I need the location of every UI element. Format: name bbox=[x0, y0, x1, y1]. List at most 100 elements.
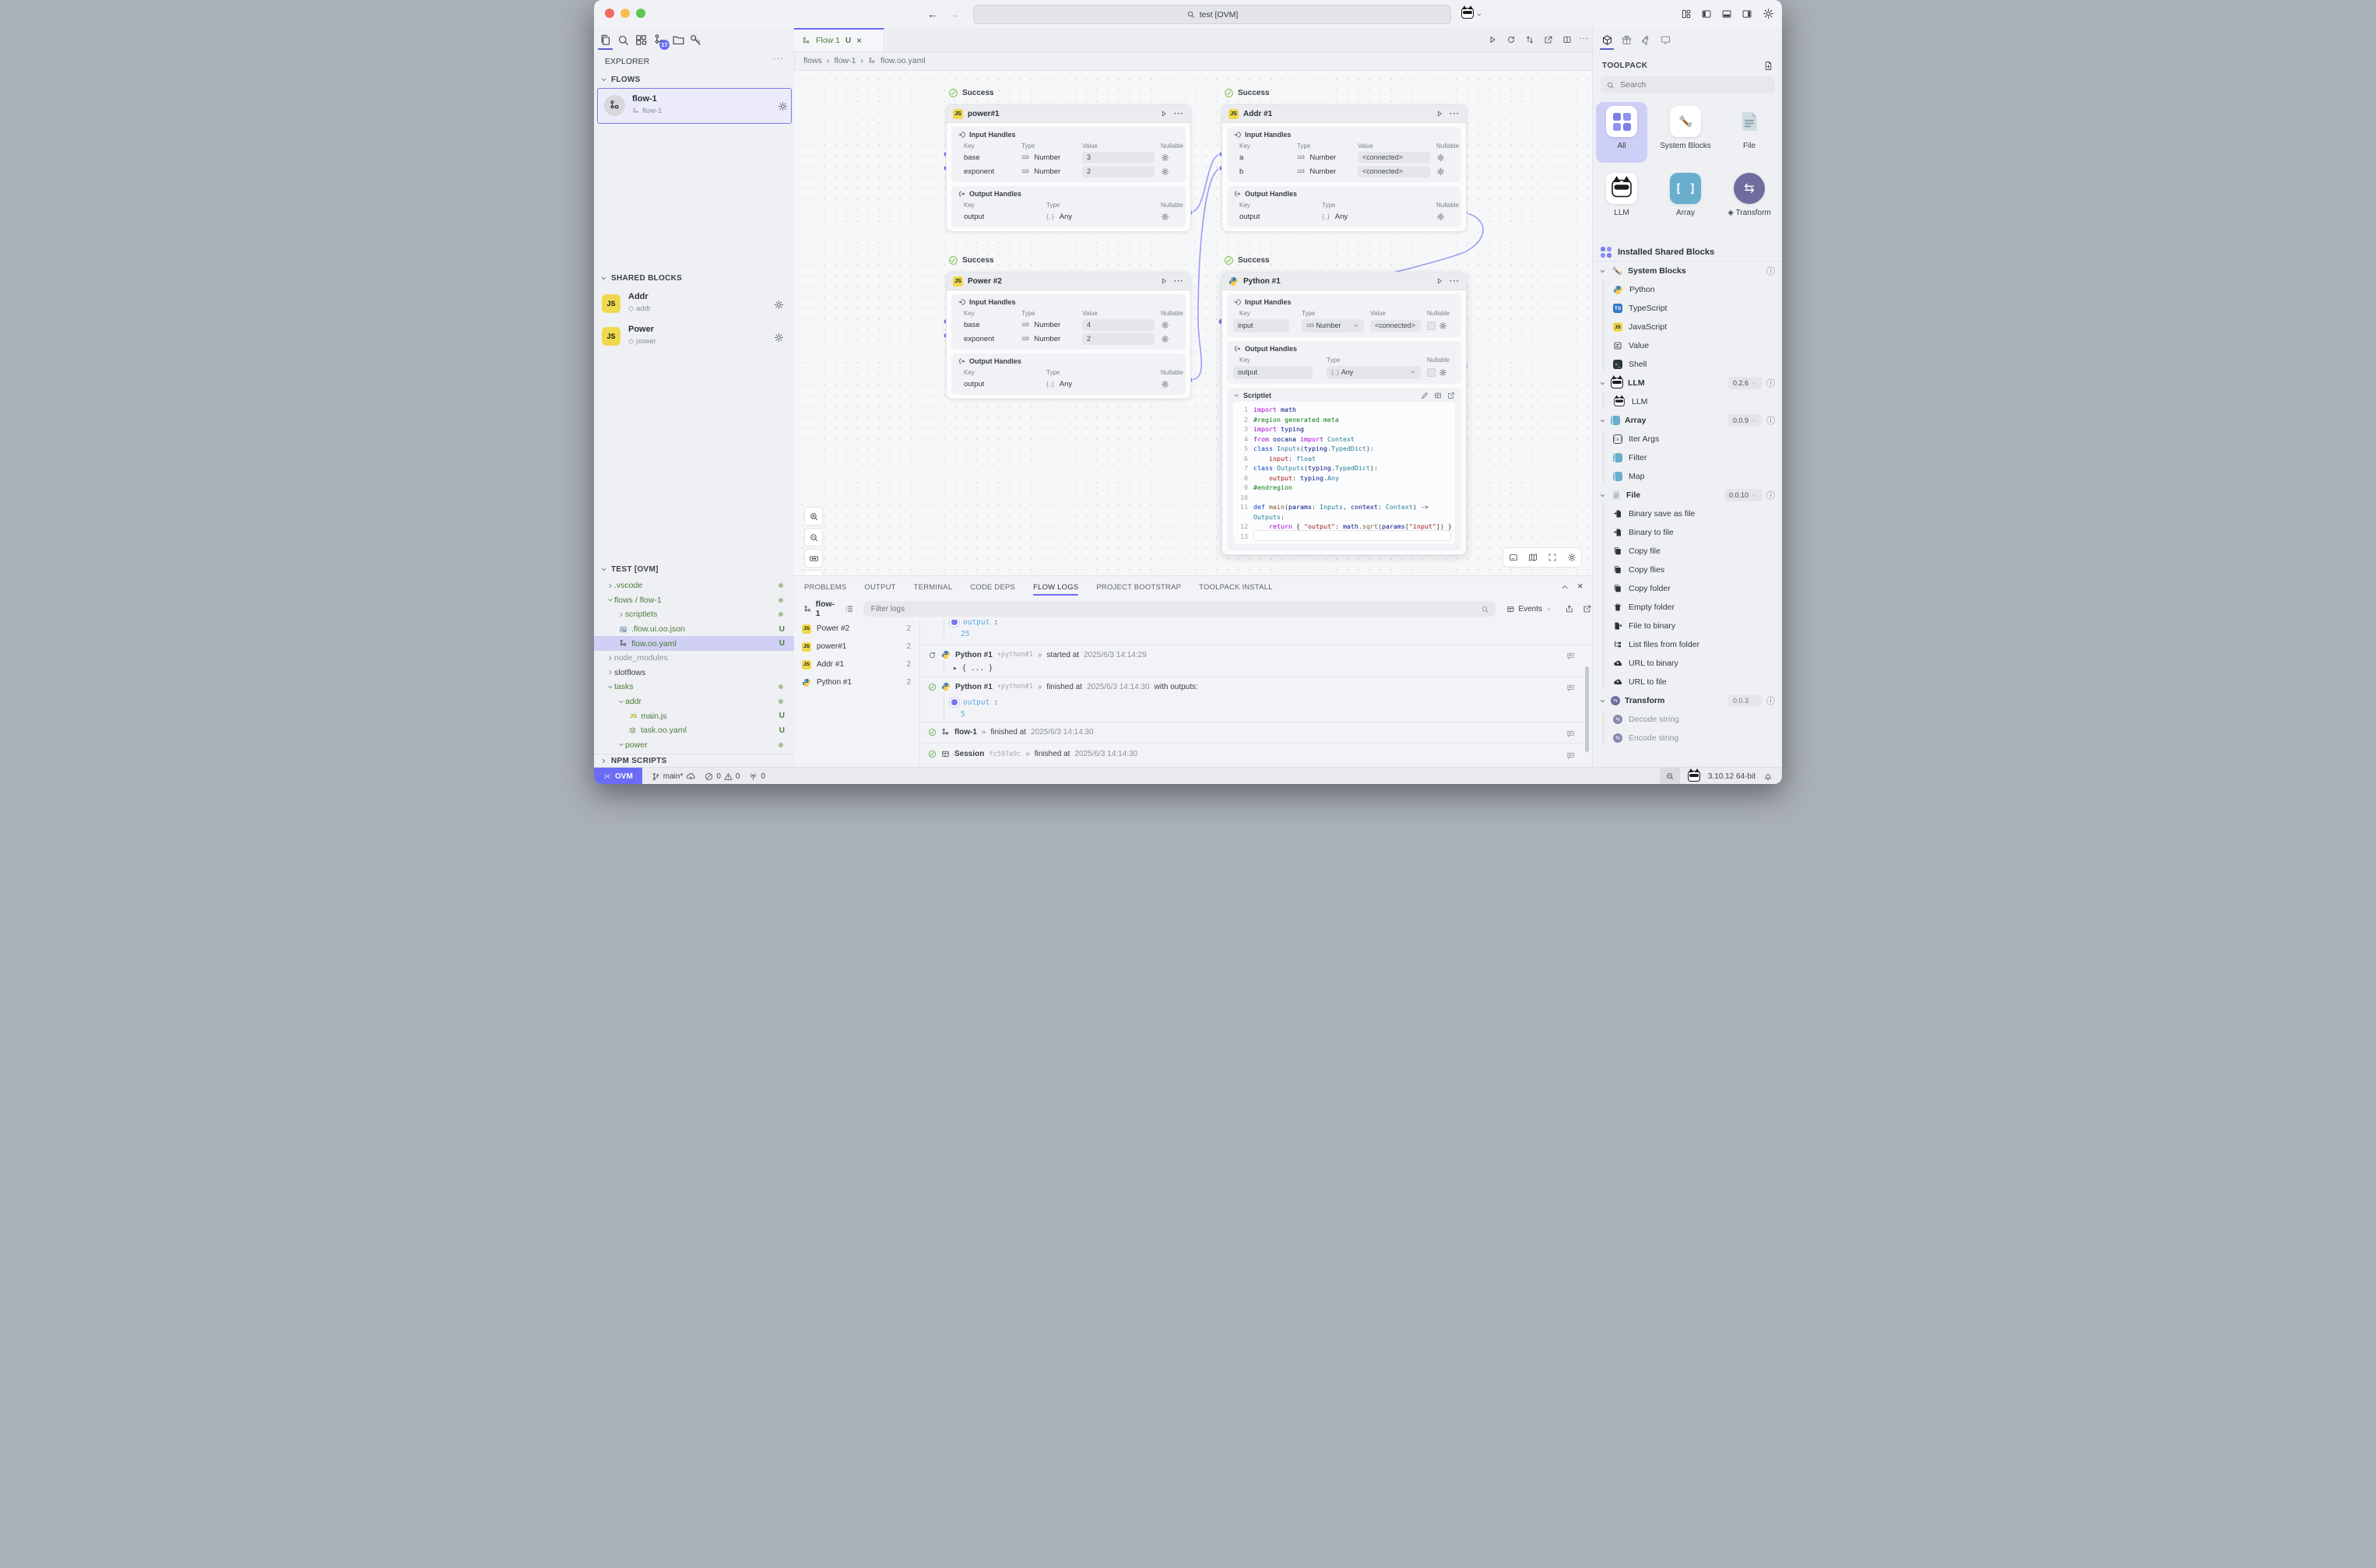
toolpack-search-input[interactable] bbox=[1619, 79, 1770, 90]
tree-item-node-modules[interactable]: node_modules bbox=[594, 651, 794, 666]
block-copy-folder[interactable]: Copy folder bbox=[1593, 579, 1782, 598]
group-system-blocks[interactable]: System Blocks ⓘ bbox=[1593, 262, 1782, 280]
value-field[interactable]: <connected> bbox=[1370, 320, 1421, 332]
tree-item-power[interactable]: power bbox=[594, 738, 794, 753]
block-binary-to-file[interactable]: Binary to file bbox=[1593, 523, 1782, 542]
npm-scripts-section-header[interactable]: NPM SCRIPTS bbox=[594, 754, 794, 767]
node-power1[interactable]: JS power#1 ··· Input Handles KeyTypeValu… bbox=[946, 104, 1191, 232]
info-icon[interactable]: ⓘ bbox=[1766, 694, 1775, 707]
category-transform[interactable]: ⇆ ◈ Transform bbox=[1724, 173, 1775, 218]
zoom-in-button[interactable] bbox=[804, 507, 823, 526]
add-input-handle-icon[interactable] bbox=[1447, 298, 1455, 306]
node-more-icon[interactable]: ··· bbox=[1174, 277, 1184, 286]
activity-key-icon[interactable] bbox=[689, 33, 702, 47]
new-toolpack-icon[interactable] bbox=[1763, 61, 1773, 71]
settings-gear-icon[interactable] bbox=[1763, 8, 1774, 19]
handle-gear-icon[interactable] bbox=[1161, 153, 1169, 162]
log-expand-object[interactable]: ▸ { ... } bbox=[953, 664, 993, 673]
export-logs-icon[interactable] bbox=[1565, 604, 1574, 613]
node-run-icon[interactable] bbox=[1160, 277, 1168, 285]
handle-gear-icon[interactable] bbox=[1161, 335, 1169, 343]
node-addr1-header[interactable]: JS Addr #1 ··· bbox=[1222, 105, 1466, 123]
handle-row-output[interactable]: output {..}Any bbox=[958, 209, 1179, 223]
block-typescript[interactable]: TSTypeScript bbox=[1593, 299, 1782, 318]
node-run-icon[interactable] bbox=[1436, 277, 1443, 285]
category-system-blocks[interactable]: System Blocks bbox=[1660, 106, 1711, 151]
handle-gear-icon[interactable] bbox=[1161, 321, 1169, 329]
tab-code-deps[interactable]: CODE DEPS bbox=[970, 576, 1015, 598]
log-row-flow-finished[interactable]: flow-1 » finished at 2025/6/3 14:14:30 bbox=[920, 728, 1592, 737]
log-kv-output-5[interactable]: output: bbox=[950, 698, 998, 707]
tree-item-flow-oo-yaml[interactable]: flow.oo.yamlU bbox=[594, 636, 794, 651]
edit-scriptlet-icon[interactable] bbox=[1421, 392, 1429, 399]
tab-output[interactable]: OUTPUT bbox=[864, 576, 895, 598]
block-binary-save-as-file[interactable]: Binary save as file bbox=[1593, 505, 1782, 523]
add-output-handle-icon[interactable] bbox=[1447, 345, 1455, 353]
tab-problems[interactable]: PROBLEMS bbox=[804, 576, 846, 598]
events-label[interactable]: Events bbox=[1518, 605, 1542, 613]
log-node-addr1[interactable]: JS Addr #12 bbox=[794, 656, 919, 673]
file-version-select[interactable]: 0.0.10 bbox=[1724, 489, 1762, 501]
info-icon[interactable]: ⓘ bbox=[1766, 414, 1775, 427]
category-all[interactable]: All bbox=[1596, 106, 1647, 151]
value-field[interactable]: 4 bbox=[1082, 319, 1155, 331]
scriptlet-code[interactable]: 1import math2#region generated meta3impo… bbox=[1233, 402, 1455, 544]
tab-flow-logs[interactable]: FLOW LOGS bbox=[1033, 576, 1078, 598]
status-app-badge[interactable]: OVM bbox=[594, 768, 642, 784]
group-transform[interactable]: ⇆ Transform 0.0.3 ⓘ bbox=[1593, 691, 1782, 710]
block-url-to-binary[interactable]: URL to binary bbox=[1593, 654, 1782, 673]
chevron-down-icon[interactable] bbox=[1545, 606, 1552, 613]
node-run-icon[interactable] bbox=[1160, 110, 1168, 118]
node-run-icon[interactable] bbox=[1436, 110, 1443, 118]
node-addr1[interactable]: JS Addr #1 ··· Input Handles KeyTypeValu… bbox=[1221, 104, 1467, 232]
toolpack-search[interactable] bbox=[1601, 76, 1775, 93]
node-power2[interactable]: JS Power #2 ··· Input Handles KeyTypeVal… bbox=[946, 272, 1191, 399]
block-iter-args[interactable]: [x]Iter Args bbox=[1593, 430, 1782, 448]
array-version-select[interactable]: 0.0.9 bbox=[1728, 414, 1762, 427]
scriptlet-docs-icon[interactable] bbox=[1434, 392, 1442, 399]
gift-tab-icon[interactable] bbox=[1621, 34, 1633, 46]
minimap-icon[interactable] bbox=[1528, 553, 1538, 562]
activity-search-icon[interactable] bbox=[617, 33, 630, 47]
block-map[interactable]: [ ]Map bbox=[1593, 467, 1782, 486]
log-flow-selector[interactable]: flow-1 bbox=[816, 599, 838, 618]
value-field[interactable]: <connected> bbox=[1358, 152, 1430, 163]
comment-icon[interactable] bbox=[1566, 751, 1575, 760]
zoom-out-button[interactable] bbox=[804, 528, 823, 547]
events-filter-icon[interactable] bbox=[1506, 605, 1515, 613]
fit-view-icon[interactable] bbox=[1548, 553, 1557, 562]
log-row-python-finished[interactable]: Python #1 +python#1 » finished at 2025/6… bbox=[920, 682, 1592, 691]
breadcrumb-file[interactable]: flow.oo.yaml bbox=[880, 56, 926, 65]
type-select[interactable]: 123Number bbox=[1302, 319, 1364, 332]
comment-icon[interactable] bbox=[1566, 652, 1575, 660]
log-node-power1[interactable]: JS power#12 bbox=[794, 638, 919, 656]
log-scrollbar[interactable] bbox=[1585, 666, 1589, 752]
status-problems[interactable]: 0 0 bbox=[705, 772, 740, 781]
shared-block-addr[interactable]: JS Addr ◇ addr bbox=[594, 290, 794, 319]
handle-gear-icon[interactable] bbox=[1439, 368, 1447, 377]
panel-collapse-icon[interactable] bbox=[1560, 582, 1569, 592]
node-more-icon[interactable]: ··· bbox=[1450, 277, 1460, 286]
block-url-to-file[interactable]: URL to file bbox=[1593, 673, 1782, 691]
block-encode-string[interactable]: ⇆Encode string bbox=[1593, 729, 1782, 747]
llm-version-select[interactable]: 0.2.6 bbox=[1728, 377, 1762, 389]
block-python[interactable]: Python bbox=[1593, 280, 1782, 299]
info-icon[interactable]: ⓘ bbox=[1766, 265, 1775, 277]
node-power2-header[interactable]: JS Power #2 ··· bbox=[947, 272, 1190, 290]
filter-logs-input-wrap[interactable] bbox=[863, 601, 1496, 617]
category-array[interactable]: [ ] Array bbox=[1660, 173, 1711, 218]
tab-toolpack-install[interactable]: TOOLPACK INSTALL bbox=[1199, 576, 1273, 598]
handle-row-input[interactable]: input 123Number <connected> bbox=[1233, 318, 1455, 333]
group-array[interactable]: [ ] Array 0.0.9 ⓘ bbox=[1593, 411, 1782, 430]
account-chevron-icon[interactable] bbox=[1476, 12, 1482, 18]
rocket-tab-icon[interactable] bbox=[1640, 34, 1652, 46]
handle-row-base[interactable]: base 123Number 4 bbox=[958, 318, 1179, 332]
log-node-python1[interactable]: Python #12 bbox=[794, 673, 919, 691]
key-field[interactable]: input bbox=[1233, 319, 1289, 332]
nav-back-icon[interactable]: ← bbox=[927, 8, 938, 20]
bell-icon[interactable] bbox=[1763, 772, 1773, 781]
panel-close-icon[interactable]: × bbox=[1577, 580, 1583, 592]
toggle-panel-icon[interactable] bbox=[1509, 553, 1518, 562]
tree-item-slotflows[interactable]: slotflows bbox=[594, 666, 794, 680]
nullable-checkbox[interactable] bbox=[1427, 322, 1436, 330]
